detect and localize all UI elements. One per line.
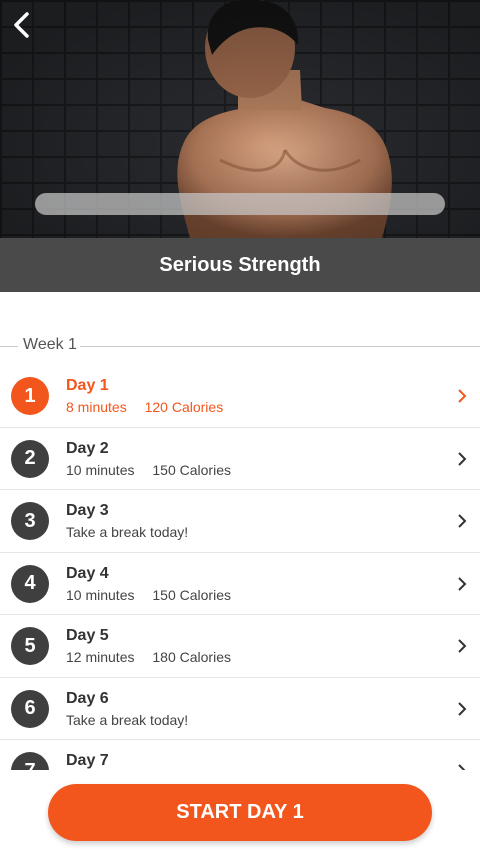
day-title: Day 6 [66,689,109,707]
day-title: Day 5 [66,627,109,644]
day-number-badge: 2 [11,439,49,478]
day-duration: 10 minutes [66,586,135,603]
chevron-right-icon [458,576,467,591]
start-day-button[interactable]: START DAY 1 [48,784,432,841]
day-number-badge: 3 [11,502,49,540]
chevron-right-icon [458,389,467,403]
list-item-day-7[interactable]: 7 Day 7 [0,740,480,770]
day-details: 8 minutes 120 Calories [66,399,223,415]
rest-day-text: Take a break today! [66,711,189,728]
day-title: Day 7 [66,752,109,769]
chevron-left-icon [14,12,29,38]
day-duration: 8 minutes [66,399,127,415]
day-number-badge: 6 [11,689,49,728]
day-details: 10 minutes 150 Calories [66,462,231,478]
day-number-badge: 5 [11,627,49,665]
chevron-right-icon [458,639,467,653]
hero-image [0,0,480,238]
day-calories: 150 Calories [152,586,231,603]
day-details: 10 minutes 150 Calories [66,587,231,603]
list-item-day-6[interactable]: 6 Day 6 Take a break today! [0,678,480,740]
day-number-badge: 7 [11,752,49,770]
chevron-right-icon [458,701,467,716]
chevron-right-icon [458,451,467,466]
list-item-day-3[interactable]: 3 Day 3 Take a break today! [0,490,480,553]
plan-progress-bar [35,193,445,215]
list-item-day-4[interactable]: 4 Day 4 10 minutes 150 Calories [0,553,480,615]
day-list: 1 Day 1 8 minutes 120 Calories 2 Day 2 1… [0,365,480,770]
day-title: Day 4 [66,564,109,582]
day-title: Day 1 [66,377,109,394]
day-number-badge: 1 [11,377,49,415]
day-calories: 180 Calories [152,649,231,665]
divider [80,346,480,347]
back-button[interactable] [8,10,38,40]
day-number-badge: 4 [11,564,49,603]
rest-day-text: Take a break today! [66,524,189,540]
day-calories: 150 Calories [152,461,231,478]
week-header: Week 1 [0,332,480,360]
list-item-day-2[interactable]: 2 Day 2 10 minutes 150 Calories [0,428,480,490]
day-details: 12 minutes 180 Calories [66,649,231,665]
divider [0,346,18,347]
chevron-right-icon [458,514,467,528]
title-bar: Serious Strength [0,238,480,292]
day-title: Day 2 [66,439,109,457]
day-calories: 120 Calories [144,399,224,415]
day-duration: 10 minutes [66,461,135,478]
list-item-day-5[interactable]: 5 Day 5 12 minutes 180 Calories [0,615,480,678]
page-title: Serious Strength [159,253,321,276]
chevron-right-icon [458,764,466,770]
day-title: Day 3 [66,502,109,519]
day-duration: 12 minutes [66,649,135,665]
week-label: Week 1 [23,336,77,353]
list-item-day-1[interactable]: 1 Day 1 8 minutes 120 Calories [0,365,480,428]
